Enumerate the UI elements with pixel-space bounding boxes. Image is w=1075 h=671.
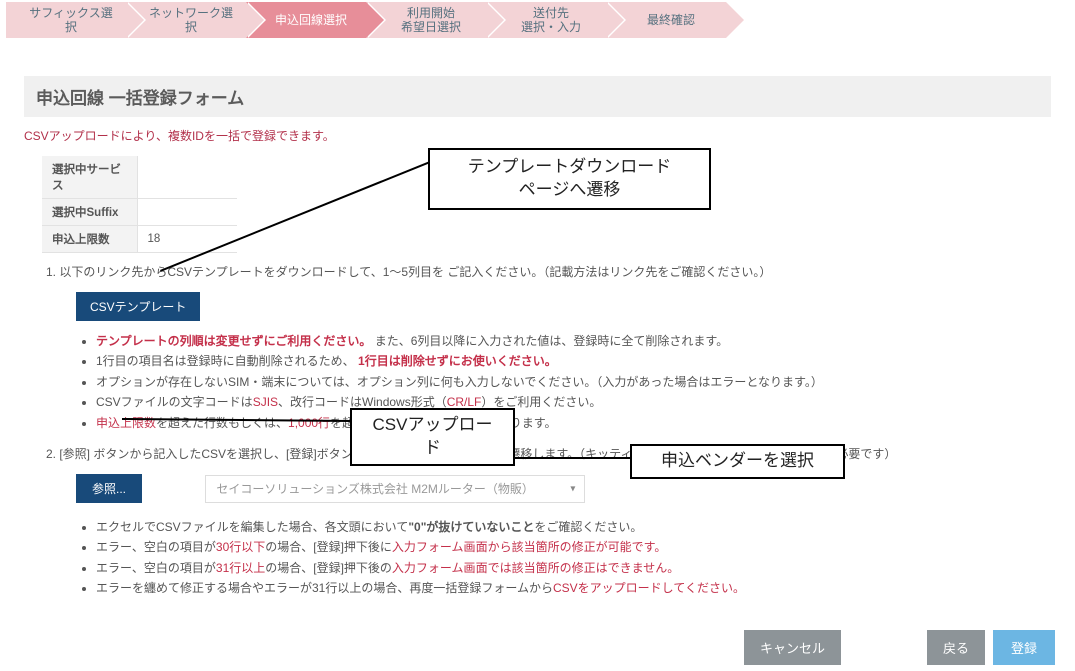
csv-template-button[interactable]: CSVテンプレート (76, 292, 200, 321)
info-label-service: 選択中サービス (42, 156, 137, 199)
footer-buttons: キャンセル 戻る 登録 (744, 630, 1055, 665)
step2-notes: エクセルでCSVファイルを編集した場合、各文頭において"0"が抜けていないことを… (96, 517, 1059, 599)
note-text: SJIS (253, 395, 278, 409)
list-item: エクセルでCSVファイルを編集した場合、各文頭において"0"が抜けていないことを… (96, 517, 1059, 537)
note-text: また、6列目以降に入力された値は、登録時に全て削除されます。 (375, 334, 728, 348)
info-value-service (137, 156, 237, 199)
info-value-suffix (137, 199, 237, 226)
callout-upload: CSVアップロード (350, 408, 515, 466)
info-label-suffix: 選択中Suffix (42, 199, 137, 226)
note-text: "0"が抜けていないこと (408, 520, 534, 534)
note-text: 30行以下 (216, 540, 265, 554)
list-item: エラー、空白の項目が30行以下の場合、[登録]押下後に入力フォーム画面から該当箇… (96, 537, 1059, 557)
note-text: の場合、[登録]押下後に (265, 540, 392, 554)
step-label: 申込回線選択 (275, 13, 347, 27)
note-text: 31行以上 (216, 561, 265, 575)
callout-template: テンプレートダウンロード ページへ遷移 (428, 148, 711, 210)
note-text: CSVファイルの文字コードは (96, 395, 253, 409)
step1-text: 1. 以下のリンク先からCSVテンプレートをダウンロードして、1～5列目を ご記… (46, 263, 1059, 280)
list-item: 申込上限数を超えた行数もしくは、1,000行を超えた行数の場合はエラーとなります… (96, 413, 1059, 433)
note-text: エラーを纏めて修正する場合やエラーが31行以上の場合、再度一括登録フォームから (96, 581, 553, 595)
note-text: CSVをアップロードしてください。 (553, 581, 745, 595)
note-text: 1,000行 (288, 416, 330, 430)
note-text: をご確認ください。 (534, 520, 642, 534)
step2-text: 2. [参照] ボタンから記入したCSVを選択し、[登録]ボタンを押すと入力フォ… (46, 445, 1059, 462)
register-button[interactable]: 登録 (993, 630, 1055, 665)
note-text: 入力フォーム画面から該当箇所の修正が可能です。 (392, 540, 666, 554)
list-item: 1行目の項目名は登録時に自動削除されるため、 1行目は削除せずにお使いください。 (96, 351, 1059, 371)
browse-button[interactable]: 参照... (76, 474, 142, 503)
note-text: テンプレートの列順は変更せずにご利用ください。 (96, 334, 371, 348)
note-text: 1行目の項目名は登録時に自動削除されるため、 (96, 354, 355, 368)
vendor-select[interactable]: セイコーソリューションズ株式会社 M2Mルーター（物販） (205, 475, 585, 503)
callout-text: テンプレートダウンロード ページへ遷移 (468, 157, 672, 199)
step-label: サフィックス選択 (28, 6, 114, 35)
note-text: エクセルでCSVファイルを編集した場合、各文頭において (96, 520, 408, 534)
table-row: 選択中サービス (42, 156, 237, 199)
step-suffix[interactable]: サフィックス選択 (6, 2, 126, 38)
info-label-limit: 申込上限数 (42, 226, 137, 253)
list-item: エラー、空白の項目が31行以上の場合、[登録]押下後の入力フォーム画面では該当箇… (96, 558, 1059, 578)
callout-text: 申込ベンダーを選択 (661, 451, 814, 470)
list-item: エラーを纏めて修正する場合やエラーが31行以上の場合、再度一括登録フォームからC… (96, 578, 1059, 598)
note-text: エラー、空白の項目が (96, 540, 216, 554)
note-text: 入力フォーム画面では該当箇所の修正はできません。 (392, 561, 679, 575)
step-label: ネットワーク選択 (148, 6, 234, 35)
step1-notes: テンプレートの列順は変更せずにご利用ください。 また、6列目以降に入力された値は… (96, 331, 1059, 433)
info-value-limit: 18 (137, 226, 237, 253)
note-text: の場合、[登録]押下後の (265, 561, 392, 575)
cancel-button[interactable]: キャンセル (744, 630, 841, 665)
step-label: 最終確認 (647, 13, 695, 27)
step-label: 利用開始 希望日選択 (401, 6, 461, 35)
list-item: テンプレートの列順は変更せずにご利用ください。 また、6列目以降に入力された値は… (96, 331, 1059, 351)
note-text: オプションが存在しないSIM・端末については、オプション列に何も入力しないでくだ… (96, 375, 823, 389)
step-label: 送付先 選択・入力 (521, 6, 581, 35)
info-table: 選択中サービス 選択中Suffix 申込上限数 18 (42, 156, 237, 253)
table-row: 申込上限数 18 (42, 226, 237, 253)
main-content: 申込回線 一括登録フォーム CSVアップロードにより、複数IDを一括で登録できま… (0, 46, 1075, 671)
table-row: 選択中Suffix (42, 199, 237, 226)
page-title: 申込回線 一括登録フォーム (24, 76, 1051, 117)
list-item: CSVファイルの文字コードはSJIS、改行コードはWindows形式（CR/LF… (96, 392, 1059, 412)
wizard-steps: サフィックス選択 ネットワーク選択 申込回線選択 利用開始 希望日選択 送付先 … (0, 0, 1075, 46)
vendor-select-wrap: セイコーソリューションズ株式会社 M2Mルーター（物販） ▾ (205, 475, 585, 503)
page-subtitle: CSVアップロードにより、複数IDを一括で登録できます。 (24, 127, 1051, 144)
list-item: オプションが存在しないSIM・端末については、オプション列に何も入力しないでくだ… (96, 372, 1059, 392)
note-text: 1行目は削除せずにお使いください。 (358, 354, 557, 368)
note-text: エラー、空白の項目が (96, 561, 216, 575)
back-button[interactable]: 戻る (927, 630, 985, 665)
callout-vendor: 申込ベンダーを選択 (630, 444, 845, 479)
callout-text: CSVアップロード (373, 415, 493, 457)
